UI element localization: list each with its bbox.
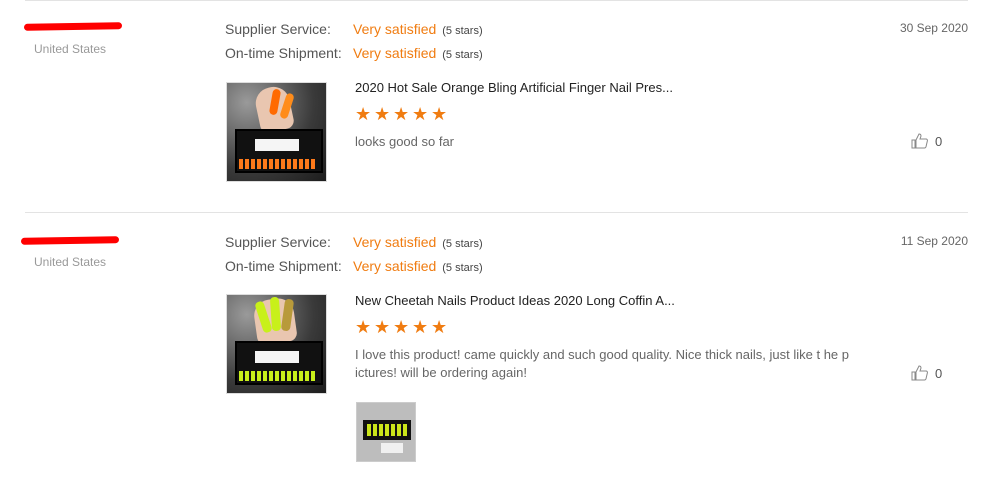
- shipment-value: Very satisfied: [353, 45, 437, 61]
- review-date: 11 Sep 2020: [900, 234, 968, 248]
- supplier-service-value: Very satisfied: [353, 234, 437, 250]
- shipment-label: On-time Shipment:: [225, 45, 342, 61]
- supplier-service-value: Very satisfied: [353, 21, 437, 37]
- star-icon: ★: [374, 104, 392, 124]
- redacted-reviewer-name: [23, 22, 123, 31]
- reviewer-country: United States: [34, 42, 107, 56]
- shipment-label: On-time Shipment:: [225, 258, 342, 274]
- star-icon: ★: [431, 104, 449, 124]
- nail-box-orange-image[interactable]: [226, 82, 327, 182]
- supplier-service-label: Supplier Service:: [225, 21, 331, 37]
- star-icon: ★: [355, 104, 373, 124]
- reviewer-country: United States: [34, 255, 107, 269]
- redacted-reviewer-name: [20, 236, 120, 245]
- review-item: United States Supplier Service: Very sati…: [0, 0, 997, 212]
- star-icon: ★: [431, 317, 449, 337]
- supplier-service-count: (5 stars): [442, 238, 483, 250]
- thumbs-up-icon: [911, 365, 928, 381]
- shipment-count: (5 stars): [442, 262, 483, 274]
- supplier-service-rating: Supplier Service: Very satisfied (5 stars): [225, 234, 483, 250]
- shipment-rating: On-time Shipment: Very satisfied (5 stars): [225, 45, 483, 61]
- supplier-service-rating: Supplier Service: Very satisfied (5 stars): [225, 21, 483, 37]
- review-item: United States Supplier Service: Very sati…: [0, 213, 997, 486]
- shipment-rating: On-time Shipment: Very satisfied (5 stars): [225, 258, 483, 274]
- star-icon: ★: [355, 317, 373, 337]
- shipment-count: (5 stars): [442, 49, 483, 61]
- product-title-link[interactable]: 2020 Hot Sale Orange Bling Artificial Fi…: [355, 80, 673, 95]
- star-icon: ★: [374, 317, 392, 337]
- nail-box-neon-image[interactable]: [226, 294, 327, 394]
- helpful-button[interactable]: 0: [911, 133, 942, 149]
- shipment-value: Very satisfied: [353, 258, 437, 274]
- star-rating: ★ ★ ★ ★ ★: [355, 317, 450, 338]
- star-icon: ★: [393, 317, 411, 337]
- supplier-service-count: (5 stars): [442, 25, 483, 37]
- star-icon: ★: [412, 104, 430, 124]
- likes-count: 0: [935, 366, 943, 381]
- likes-count: 0: [935, 134, 943, 149]
- star-rating: ★ ★ ★ ★ ★: [355, 104, 450, 125]
- product-title-link[interactable]: New Cheetah Nails Product Ideas 2020 Lon…: [355, 293, 675, 308]
- supplier-service-label: Supplier Service:: [225, 234, 331, 250]
- review-date: 30 Sep 2020: [899, 21, 968, 35]
- review-comment: looks good so far: [355, 134, 455, 149]
- review-comment: I love this product! came quickly and su…: [355, 347, 850, 380]
- customer-photo-image[interactable]: [356, 402, 416, 462]
- thumbs-up-icon: [911, 133, 928, 149]
- star-icon: ★: [412, 317, 430, 337]
- helpful-button[interactable]: 0: [911, 365, 942, 381]
- star-icon: ★: [393, 104, 411, 124]
